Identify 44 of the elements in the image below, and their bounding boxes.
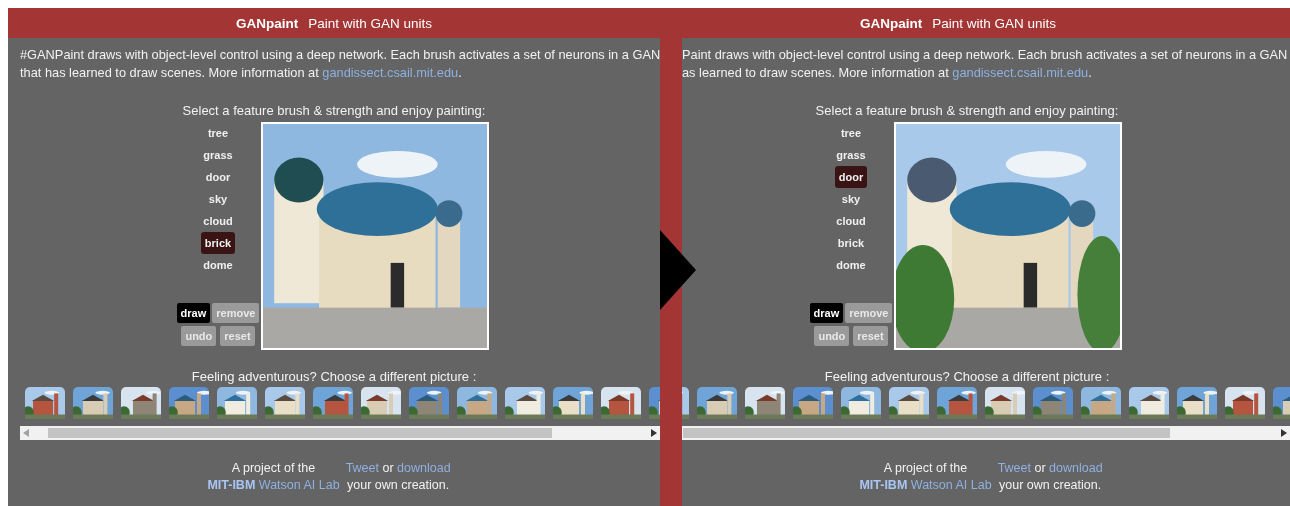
scroll-right-icon[interactable] [1281,429,1287,437]
brush-prompt: Select a feature brush & strength and enjoy painting: [814,103,1120,118]
download-link[interactable]: download [1049,461,1103,475]
brand-title: GANpaint [235,15,299,31]
brush-option[interactable]: sky [837,188,865,210]
gallery-title: Feeling adventurous? Choose a different picture : [190,369,478,384]
brush-option[interactable]: tree [836,122,866,144]
project-text: A project of the [883,460,968,477]
horizontal-scrollbar[interactable] [682,426,1290,440]
tweet-link[interactable]: Tweet [997,461,1031,475]
lab-link[interactable]: MIT-IBM Watson AI Lab [859,477,992,494]
brush-option[interactable]: door [201,166,235,188]
brush-option[interactable]: brick [833,232,869,254]
project-text: A project of the [231,460,316,477]
brush-option[interactable]: cloud [199,210,237,232]
gallery-title: Feeling adventurous? Choose a different picture : [823,369,1111,384]
scroll-right-icon[interactable] [651,429,657,437]
download-link[interactable]: download [397,461,451,475]
brush-prompt: Select a feature brush & strength and enjoy painting: [181,103,487,118]
intro-text: Paint draws with object-level control using a deep network. Each brush activates a set of neurons in a GAN as learned to draw scenes. More information at gandissect.csail.mit.edu. [682,46,1289,82]
scroll-left-icon[interactable] [23,429,29,437]
right-arrow-icon [660,230,696,310]
share-text: Tweet or download your own creation. [345,460,451,494]
lab-link[interactable]: MIT-IBM Watson AI Lab [207,477,340,494]
brush-option[interactable]: brick [200,232,236,254]
brand-title: GANpaint [859,15,923,31]
brush-option[interactable]: door [834,166,868,188]
header-subtitle: Paint with GAN units [308,15,433,31]
horizontal-scrollbar[interactable] [20,426,660,440]
draw-button[interactable]: draw [809,303,844,323]
scrollbar-thumb[interactable] [683,428,1170,438]
tweet-link[interactable]: Tweet [345,461,379,475]
intro-text: #GANPaint draws with object-level control using a deep network. Each brush activates a set of neurons in a GAN that has learned to draw scenes. More information at gandissect.csail.mit.edu. [19,46,660,82]
share-text: Tweet or download your own creation. [997,460,1103,494]
brush-option[interactable]: tree [203,122,233,144]
scrollbar-thumb[interactable] [48,428,552,438]
brush-option[interactable]: grass [199,144,237,166]
brush-option[interactable]: grass [832,144,870,166]
brush-option[interactable]: dome [199,254,237,276]
brush-option[interactable]: sky [204,188,232,210]
brush-option[interactable]: cloud [832,210,870,232]
brush-option[interactable]: dome [832,254,870,276]
header-subtitle: Paint with GAN units [932,15,1057,31]
draw-button[interactable]: draw [176,303,211,323]
